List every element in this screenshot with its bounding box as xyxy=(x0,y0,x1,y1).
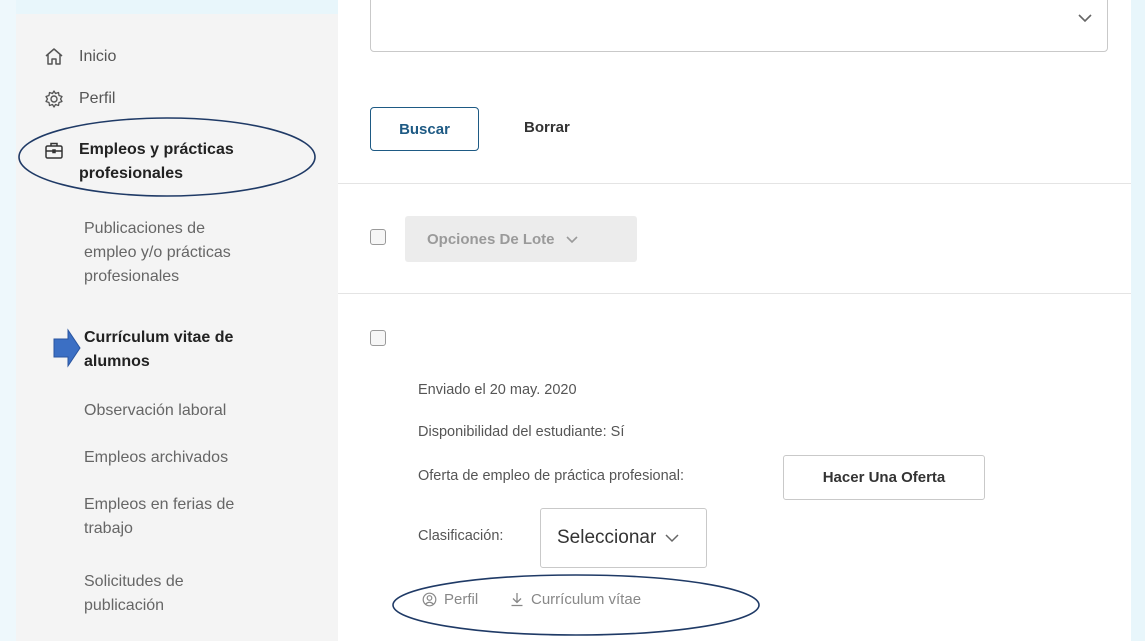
sidebar-subitem-publicaciones[interactable]: Publicaciones de empleo y/o prácticas pr… xyxy=(84,217,294,289)
profile-link-label: Perfil xyxy=(444,591,479,608)
sidebar-item-perfil[interactable]: Perfil xyxy=(16,87,115,111)
sent-date: Enviado el 20 may. 2020 xyxy=(418,382,577,398)
sidebar-subitem-solicitudes[interactable]: Solicitudes de publicación xyxy=(84,570,294,618)
cv-link-label: Currículum vítae xyxy=(531,591,642,608)
chevron-down-icon xyxy=(1078,14,1092,23)
background-band-right xyxy=(1131,0,1145,641)
select-all-checkbox[interactable] xyxy=(370,229,386,245)
search-button[interactable]: Buscar xyxy=(370,107,479,151)
make-offer-button[interactable]: Hacer Una Oferta xyxy=(783,455,985,500)
profile-link[interactable]: Perfil xyxy=(422,591,478,608)
chevron-down-icon xyxy=(665,534,679,543)
sidebar-subitem-curriculum[interactable]: Currículum vitae de alumnos xyxy=(84,326,294,374)
filter-select[interactable] xyxy=(370,0,1108,52)
gear-icon xyxy=(45,90,63,108)
rank-select-value: Seleccionar xyxy=(557,527,657,548)
rank-select[interactable]: Seleccionar xyxy=(540,508,707,568)
batch-options-dropdown[interactable]: Opciones De Lote xyxy=(405,216,637,262)
availability-text: Disponibilidad del estudiante: Sí xyxy=(418,424,625,440)
sidebar-item-label: Empleos y prácticas profesionales xyxy=(79,141,234,182)
record-checkbox[interactable] xyxy=(370,330,386,346)
sidebar-item-inicio[interactable]: Inicio xyxy=(16,45,116,69)
sidebar-item-label: Inicio xyxy=(79,48,117,65)
sidebar-item-label: Perfil xyxy=(79,90,116,107)
chevron-down-icon xyxy=(565,236,578,244)
sidebar: Inicio Perfil Empleos y prácticas profes… xyxy=(16,14,338,641)
offer-label: Oferta de empleo de práctica profesional… xyxy=(418,468,684,484)
download-icon xyxy=(511,593,523,607)
home-icon xyxy=(45,48,63,65)
sidebar-subitem-ferias[interactable]: Empleos en ferias de trabajo xyxy=(84,493,294,541)
main-content: Buscar Borrar Opciones De Lote Enviado e… xyxy=(338,0,1131,641)
cv-download-link[interactable]: Currículum vítae xyxy=(510,591,641,608)
clear-button[interactable]: Borrar xyxy=(524,119,570,136)
divider xyxy=(338,293,1131,294)
background-band-left xyxy=(0,0,16,641)
briefcase-icon xyxy=(45,142,63,159)
batch-options-label: Opciones De Lote xyxy=(427,230,555,248)
divider xyxy=(338,183,1131,184)
sidebar-item-empleos[interactable]: Empleos y prácticas profesionales xyxy=(16,138,234,186)
sidebar-subitem-observacion[interactable]: Observación laboral xyxy=(84,399,294,423)
rank-label: Clasificación: xyxy=(418,528,504,544)
sidebar-subitem-archivados[interactable]: Empleos archivados xyxy=(84,446,294,470)
user-circle-icon xyxy=(422,592,437,607)
